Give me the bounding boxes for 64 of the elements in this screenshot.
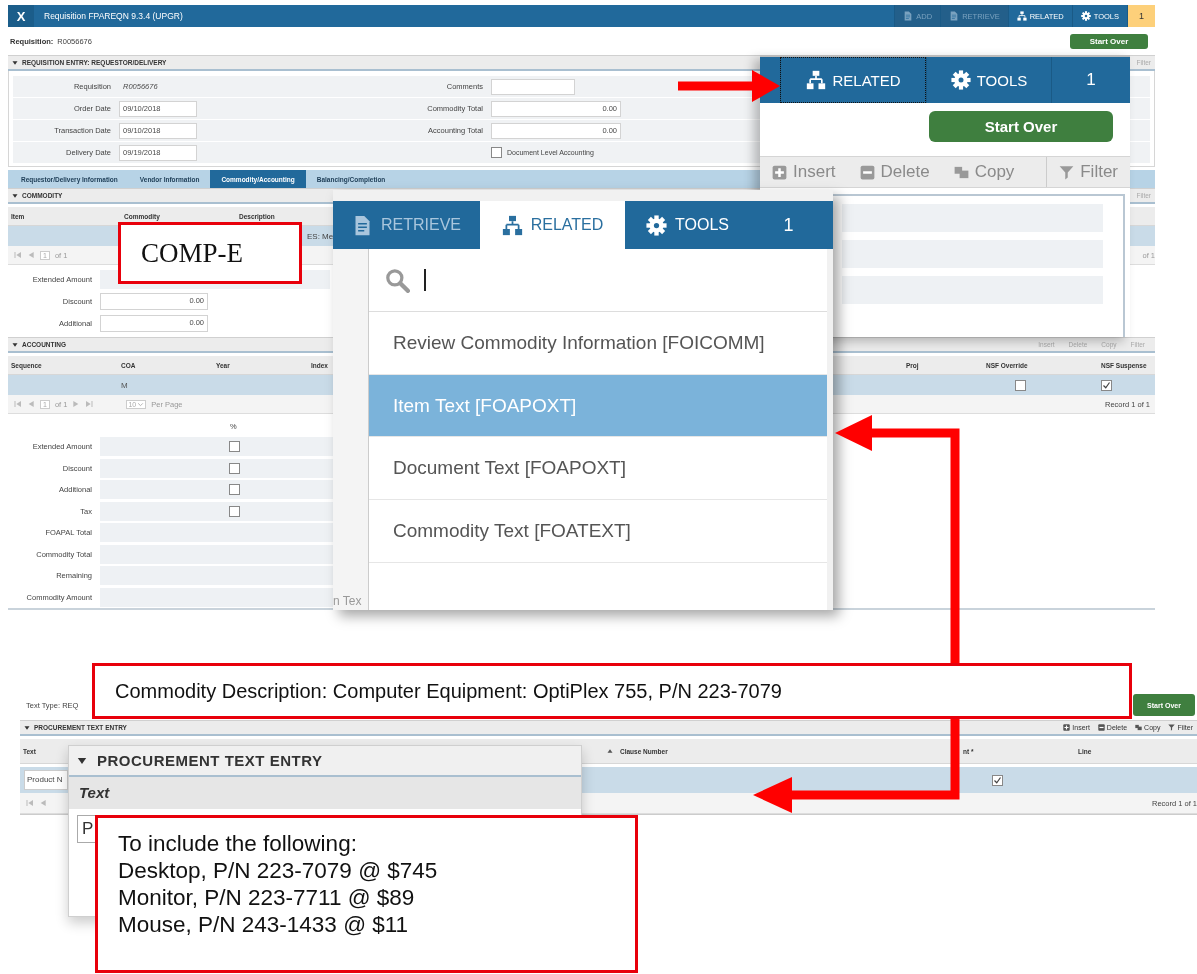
previous-page-icon: [27, 400, 35, 408]
start-over-button[interactable]: Start Over: [929, 111, 1113, 142]
collapse-icon: [12, 192, 18, 199]
callout-text: To include the following:: [118, 830, 358, 857]
callout-text: Desktop, P/N 223-7079 @ $745: [118, 857, 439, 884]
table-cell-text: M: [120, 380, 129, 390]
gear-icon: [646, 214, 667, 236]
toolbar-button[interactable]: Delete: [847, 157, 942, 187]
close-button[interactable]: X: [8, 5, 34, 27]
copy-icon: [953, 164, 969, 180]
input-field[interactable]: Product N: [24, 770, 68, 790]
search-icon: [384, 267, 410, 293]
menu-item[interactable]: Review Commodity Information [FOICOMM]: [369, 312, 827, 375]
gear-icon: [950, 70, 971, 90]
checkbox[interactable]: [229, 505, 240, 517]
collapse-icon: [77, 755, 87, 766]
minus-icon: [859, 164, 875, 180]
collapse-icon: [12, 341, 18, 348]
last-page-icon: [85, 400, 94, 408]
document-icon: [949, 11, 960, 21]
gear-icon: [1080, 11, 1091, 21]
callout-text: Commodity Description: Computer Equipment: OptiPlex 755, P/N 223-7079: [115, 680, 782, 702]
collapse-icon: [24, 724, 30, 731]
menu-item[interactable]: Commodity Text [FOATEXT]: [369, 499, 827, 563]
notification-count[interactable]: 1: [1127, 5, 1155, 27]
toolbar-button[interactable]: Copy: [941, 157, 1027, 187]
checkbox[interactable]: [1015, 379, 1026, 391]
previous-page-icon: [27, 251, 35, 259]
checkbox[interactable]: [491, 147, 502, 158]
hierarchy-icon: [806, 70, 827, 90]
menu-item[interactable]: Document Text [FOAPOXT]: [369, 437, 827, 500]
document-icon: [903, 11, 914, 21]
text-cursor: [424, 269, 426, 291]
text-fragment: n Tex: [333, 594, 363, 608]
checkbox[interactable]: [229, 441, 240, 452]
callout-text: COMP-E: [141, 238, 243, 268]
table-cell-text: ES: Me: [306, 231, 335, 241]
section-title: PROCUREMENT TEXT ENTRY: [97, 752, 323, 769]
hierarchy-icon: [1016, 11, 1027, 21]
first-page-icon: [26, 799, 34, 807]
collapse-icon: [12, 59, 18, 66]
tab[interactable]: RELATED: [780, 57, 926, 103]
checkbox[interactable]: [992, 774, 1003, 786]
sort-icon: [607, 748, 613, 754]
filter-icon: [1168, 724, 1176, 731]
copy-icon: [1135, 724, 1143, 731]
plus-icon: [772, 164, 787, 180]
window-title: Requisition FPAREQN 9.3.4 (UPGR): [44, 11, 183, 21]
checkbox[interactable]: [1101, 379, 1112, 391]
tab[interactable]: RELATED: [480, 201, 625, 249]
plus-icon: [1063, 724, 1071, 731]
previous-page-icon: [39, 799, 47, 807]
checkbox[interactable]: [229, 462, 240, 474]
minus-icon: [1097, 724, 1105, 731]
caret-icon: [137, 400, 145, 408]
callout-text: Monitor, P/N 223-7711 @ $89: [118, 884, 416, 911]
column-header: Text: [69, 777, 581, 809]
hierarchy-icon: [501, 214, 523, 236]
checkbox[interactable]: [229, 484, 240, 495]
first-page-icon: [14, 400, 22, 408]
callout-text: Mouse, P/N 243-1433 @ $11: [118, 911, 410, 938]
start-over-button[interactable]: Start Over: [1070, 33, 1148, 49]
first-page-icon: [14, 251, 22, 259]
input-field[interactable]: [491, 78, 575, 95]
